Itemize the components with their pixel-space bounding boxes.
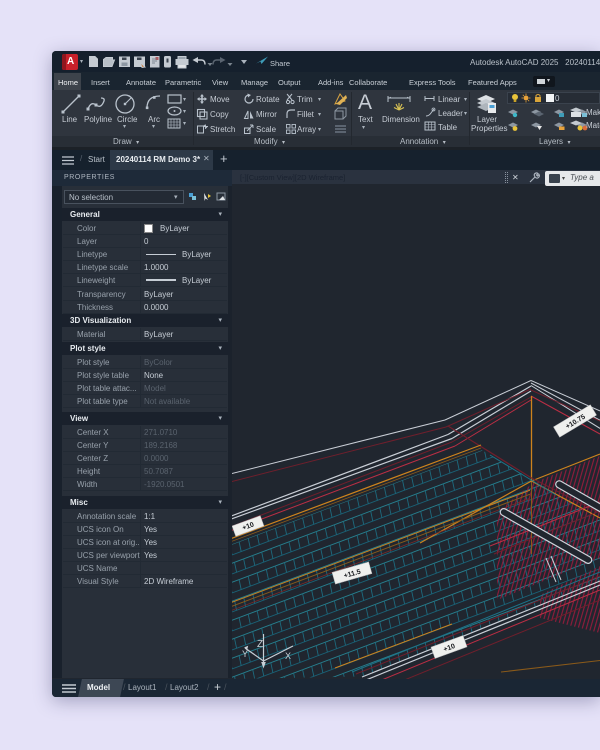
svg-text:Y: Y bbox=[242, 649, 248, 659]
svg-text:X: X bbox=[285, 651, 291, 661]
svg-text:Z: Z bbox=[257, 639, 263, 650]
